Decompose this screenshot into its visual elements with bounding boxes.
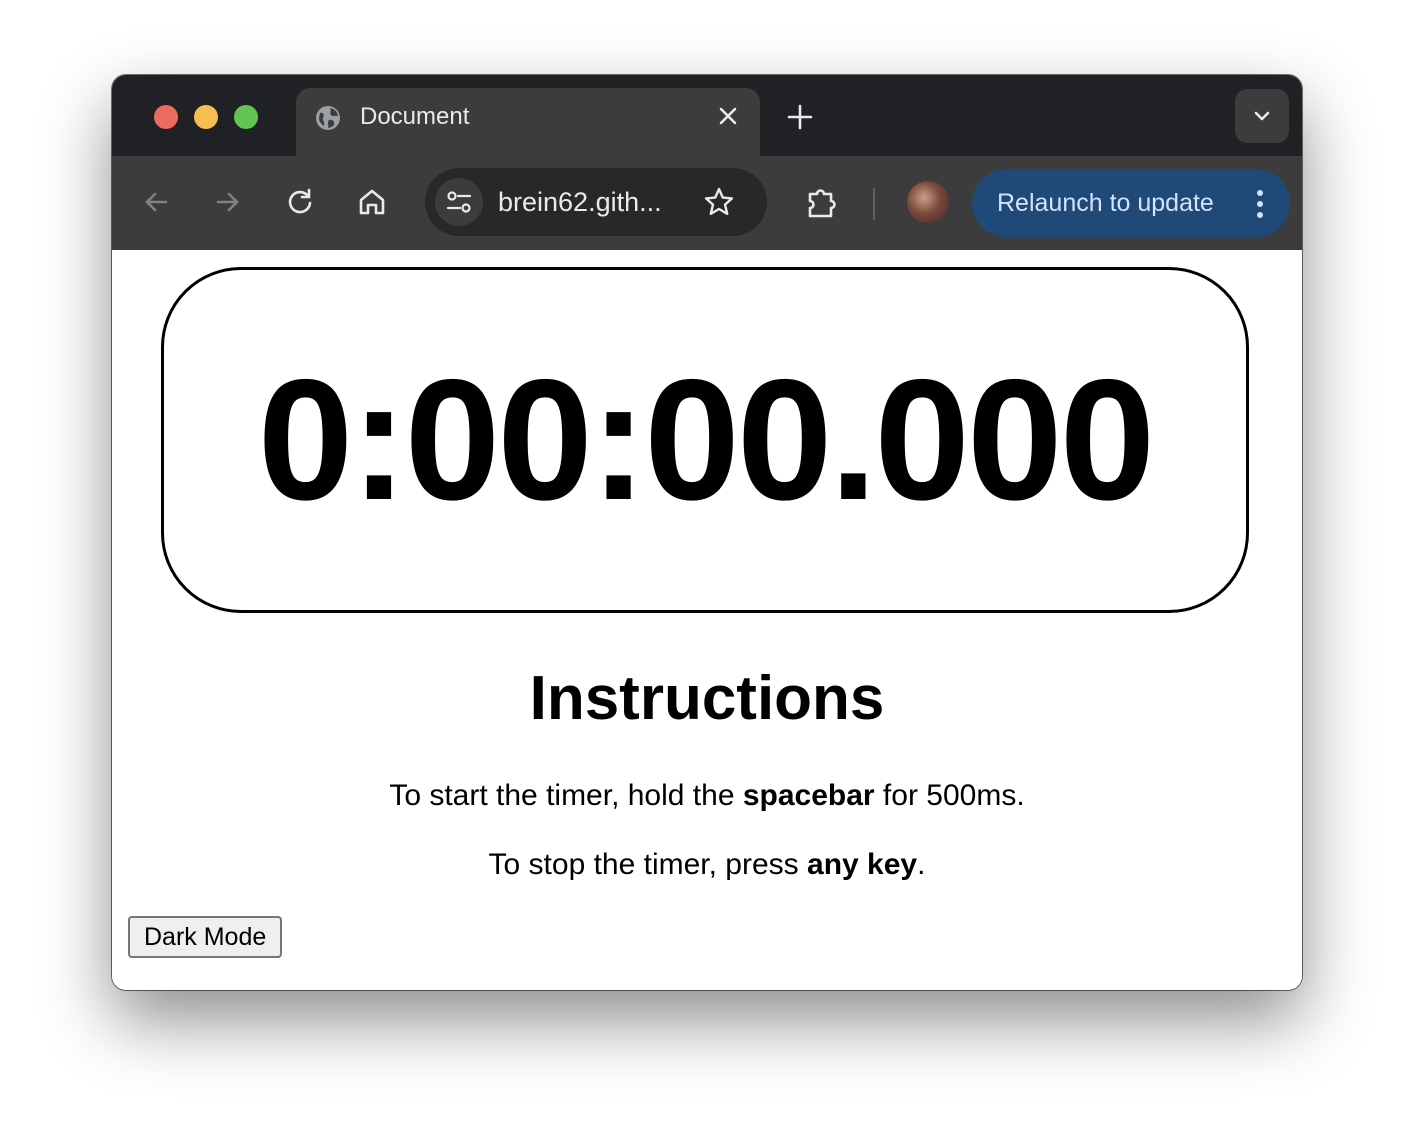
- site-info-button[interactable]: [435, 178, 483, 226]
- home-icon[interactable]: [356, 186, 388, 218]
- instruction-stop-key: any key: [807, 848, 918, 881]
- reload-icon[interactable]: [284, 186, 316, 218]
- relaunch-button[interactable]: Relaunch to update: [972, 169, 1290, 237]
- instruction-start-tail: for 500ms.: [874, 779, 1025, 812]
- plus-icon[interactable]: [786, 103, 814, 131]
- instruction-stop-text: To stop the timer, press: [488, 848, 808, 881]
- instruction-start-key: spacebar: [742, 779, 875, 812]
- close-window-button[interactable]: [154, 105, 178, 129]
- puzzle-icon[interactable]: [804, 186, 840, 222]
- dark-mode-button[interactable]: Dark Mode: [128, 916, 283, 958]
- minimize-window-button[interactable]: [194, 105, 218, 129]
- instruction-start: To start the timer, hold the spacebar fo…: [112, 778, 1302, 814]
- chevron-down-icon: [1254, 111, 1270, 121]
- relaunch-label: Relaunch to update: [997, 189, 1214, 217]
- tab-search-button[interactable]: [1235, 89, 1289, 143]
- tab-document[interactable]: Document: [296, 88, 760, 156]
- arrow-right-icon[interactable]: [212, 186, 244, 218]
- instructions-heading: Instructions: [529, 664, 885, 733]
- page-content: 0:00:00.000 Instructions To start the ti…: [112, 250, 1302, 990]
- instruction-stop-tail: .: [917, 848, 926, 881]
- tab-title: Document: [360, 103, 470, 130]
- timer-value: 0:00:00.000: [257, 344, 1156, 536]
- toolbar: brein62.gith... Relaunch to update: [112, 156, 1302, 250]
- tune-icon: [446, 191, 472, 213]
- address-bar[interactable]: brein62.gith...: [425, 168, 767, 236]
- star-icon[interactable]: [703, 186, 735, 218]
- globe-icon: [316, 106, 340, 130]
- browser-window: Document brein62.gith... Relaunch to upd…: [112, 75, 1302, 990]
- url-text[interactable]: brein62.gith...: [498, 186, 662, 218]
- instruction-start-text: To start the timer, hold the: [389, 779, 743, 812]
- arrow-left-icon[interactable]: [140, 186, 172, 218]
- toolbar-divider: [873, 188, 875, 220]
- timer-display: 0:00:00.000: [161, 267, 1249, 613]
- maximize-window-button[interactable]: [234, 105, 258, 129]
- close-icon[interactable]: [716, 104, 740, 128]
- profile-avatar[interactable]: [907, 181, 949, 223]
- kebab-icon[interactable]: [1256, 189, 1264, 219]
- tab-strip: Document: [112, 75, 1302, 156]
- instruction-stop: To stop the timer, press any key.: [112, 847, 1302, 883]
